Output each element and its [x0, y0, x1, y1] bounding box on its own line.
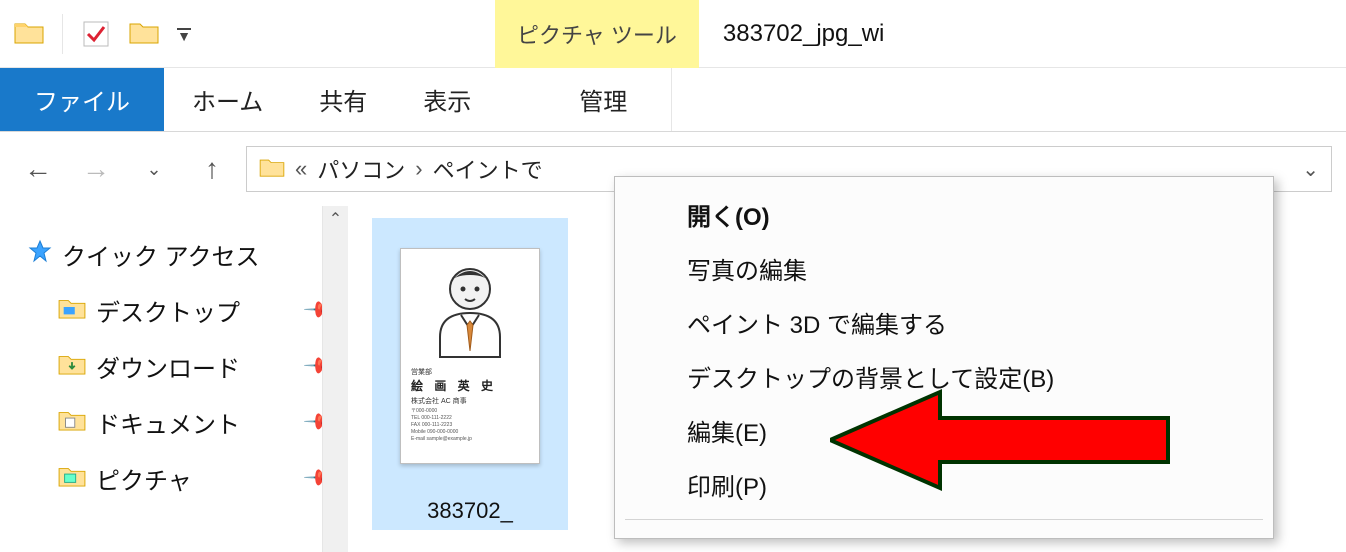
context-menu: 開く(O) 写真の編集 ペイント 3D で編集する デスクトップの背景として設定…: [614, 176, 1274, 539]
sidebar-item-desktop[interactable]: デスクトップ 📌: [28, 282, 334, 338]
forward-button[interactable]: →: [72, 145, 120, 193]
breadcrumb-prefix: «: [295, 156, 307, 182]
tab-view[interactable]: 表示: [395, 68, 499, 131]
thumbnail-selection: 営業部 絵 画 英 史 株式会社 AC 商事 〒000-0000TEL 000-…: [372, 218, 568, 494]
tab-manage[interactable]: 管理: [535, 68, 672, 131]
sidebar-item-label: ピクチャ: [96, 461, 192, 496]
tab-file[interactable]: ファイル: [0, 68, 164, 131]
recent-dropdown-icon[interactable]: ⌄: [130, 145, 178, 193]
new-folder-icon[interactable]: [129, 18, 159, 50]
card-company: 株式会社 AC 商事: [411, 396, 529, 406]
breadcrumb-seg-2[interactable]: ペイントで: [433, 153, 543, 185]
window-title: 383702_jpg_wi: [723, 20, 884, 48]
folder-icon: [58, 351, 86, 382]
sidebar-item-label: デスクトップ: [96, 293, 240, 328]
sidebar-item-downloads[interactable]: ダウンロード 📌: [28, 338, 334, 394]
sidebar-item-label: ダウンロード: [96, 349, 240, 384]
breadcrumb-seg-1[interactable]: パソコン: [317, 153, 405, 185]
navigation-pane: クイック アクセス デスクトップ 📌 ダウンロード 📌 ドキュメント 📌: [0, 206, 348, 552]
sidebar-scrollbar[interactable]: ⌃: [322, 206, 348, 552]
scroll-up-icon[interactable]: ⌃: [323, 206, 348, 232]
folder-icon: [14, 18, 44, 50]
tab-home[interactable]: ホーム: [164, 68, 291, 131]
contextual-tab-picture-tools: ピクチャ ツール: [495, 0, 699, 68]
menu-item-set-background[interactable]: デスクトップの背景として設定(B): [615, 349, 1273, 403]
address-dropdown-icon[interactable]: ⌄: [1302, 157, 1319, 182]
separator: [62, 14, 63, 54]
quick-access-toolbar: ▼: [0, 14, 205, 54]
file-thumbnail[interactable]: 営業部 絵 画 英 史 株式会社 AC 商事 〒000-0000TEL 000-…: [372, 218, 568, 530]
properties-check-icon[interactable]: [81, 21, 111, 47]
qat-dropdown-icon[interactable]: ▼: [177, 28, 191, 39]
sidebar-item-documents[interactable]: ドキュメント 📌: [28, 394, 334, 450]
menu-item-paint-3d[interactable]: ペイント 3D で編集する: [615, 295, 1273, 349]
sidebar-item-pictures[interactable]: ピクチャ 📌: [28, 450, 334, 506]
tab-share[interactable]: 共有: [291, 68, 395, 131]
sidebar-item-label: クイック アクセス: [62, 237, 259, 272]
folder-icon: [58, 407, 86, 438]
title-bar: ▼ ピクチャ ツール 383702_jpg_wi: [0, 0, 1346, 68]
menu-item-open[interactable]: 開く(O): [615, 187, 1273, 241]
back-button[interactable]: ←: [14, 145, 62, 193]
ribbon-tabs: ファイル ホーム 共有 表示 管理: [0, 68, 1346, 132]
chevron-right-icon: ›: [415, 156, 422, 182]
card-details: 〒000-0000TEL 000-111-2222FAX 000-111-222…: [411, 408, 529, 443]
menu-item-edit[interactable]: 編集(E): [615, 403, 1273, 457]
card-department: 営業部: [411, 367, 529, 377]
folder-icon: [58, 295, 86, 326]
up-button[interactable]: ↑: [188, 145, 236, 193]
thumbnail-caption[interactable]: 383702_: [372, 494, 568, 530]
menu-item-print[interactable]: 印刷(P): [615, 457, 1273, 511]
thumbnail-card: 営業部 絵 画 英 史 株式会社 AC 商事 〒000-0000TEL 000-…: [400, 248, 540, 464]
sidebar-item-label: ドキュメント: [96, 405, 240, 440]
sidebar-item-quick-access[interactable]: クイック アクセス: [28, 226, 334, 282]
folder-icon: [58, 463, 86, 494]
avatar-illustration-icon: [425, 259, 515, 359]
quick-access-star-icon: [28, 239, 52, 270]
folder-icon: [259, 155, 285, 183]
card-person-name: 絵 画 英 史: [411, 377, 529, 394]
card-text: 営業部 絵 画 英 史 株式会社 AC 商事 〒000-0000TEL 000-…: [411, 365, 529, 443]
menu-item-edit-photo[interactable]: 写真の編集: [615, 241, 1273, 295]
menu-separator: [625, 519, 1263, 520]
